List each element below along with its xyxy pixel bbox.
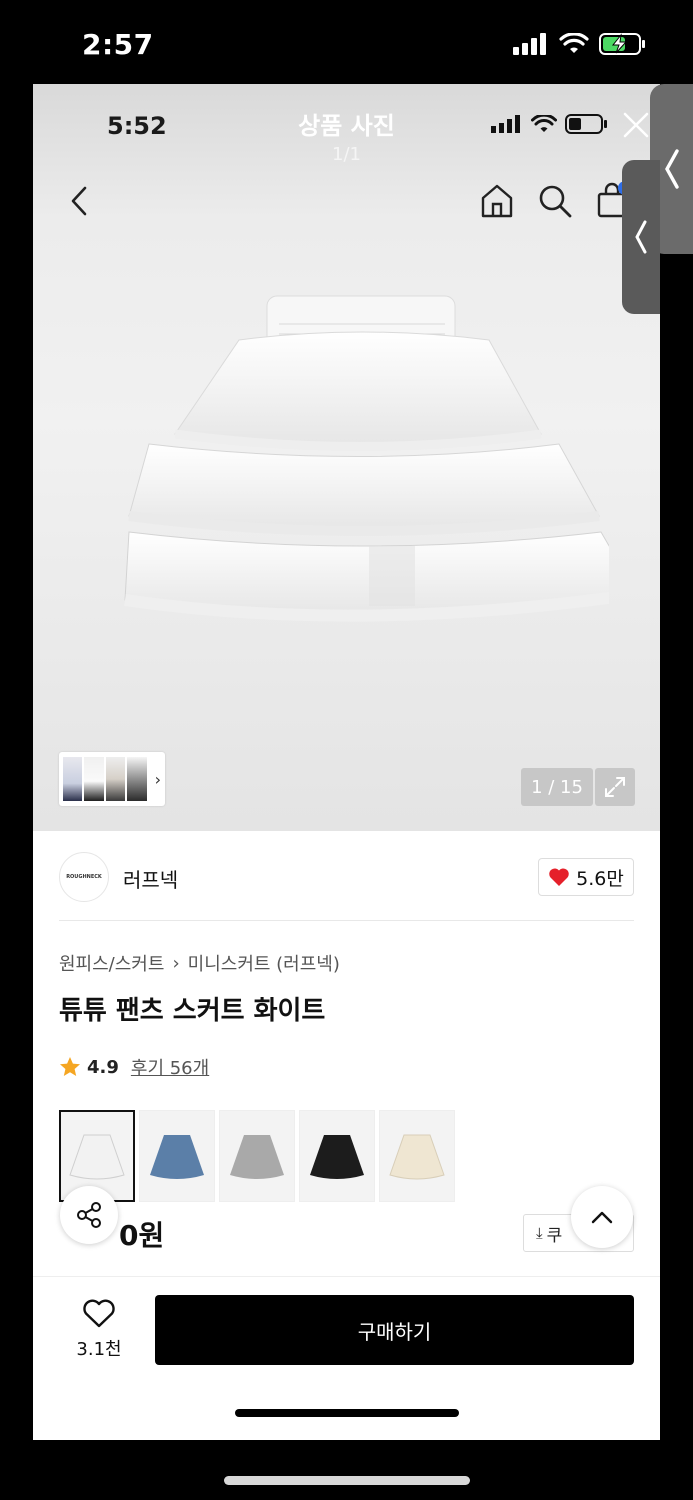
heart-outline-icon [83,1299,115,1328]
inner-side-panel-tab[interactable] [622,160,660,314]
breadcrumb-separator-icon: › [172,952,180,974]
outer-clock: 2:57 [82,28,154,61]
skirt-thumbnail [230,1135,284,1179]
inner-status-icons [491,114,609,134]
coupon-label: 쿠 [546,1225,563,1246]
scroll-top-button[interactable] [571,1186,633,1248]
thumbnail-4[interactable] [127,757,147,801]
download-icon: ⤓ [536,1224,543,1242]
chevron-left-icon [664,149,679,189]
rating-row: 4.9 후기 56개 [59,1054,209,1080]
chevron-left-icon[interactable] [67,184,91,218]
skirt-thumbnail [150,1135,204,1179]
color-option-cream[interactable] [379,1110,455,1202]
chevron-up-icon [591,1211,613,1224]
search-icon[interactable] [537,182,573,220]
image-counter: 1 / 15 [521,768,593,806]
buy-button[interactable]: 구매하기 [155,1295,634,1365]
inner-status-bar: 5:52 상품 사진 1/1 [33,84,660,165]
battery-icon [565,114,607,134]
brand-like-count: 5.6만 [576,867,624,890]
skirt-thumbnail [310,1135,364,1179]
share-button[interactable] [60,1186,118,1244]
outer-status-bar: 2:57 [0,0,693,84]
star-icon [60,1057,80,1076]
color-option-blue[interactable] [139,1110,215,1202]
thumbnail-2[interactable] [84,757,104,801]
chevron-left-icon [635,220,647,254]
breadcrumb-subcategory[interactable]: 미니스커트 (러프넥) [188,950,340,976]
app-screenshot: 5:52 상품 사진 1/1 › 1 / 15 ROUGHNECK 러프넥 5.… [33,84,660,1440]
home-icon[interactable] [479,182,515,220]
color-option-gray[interactable] [219,1110,295,1202]
skirt-thumbnail [389,1134,445,1180]
product-photo-viewer: 5:52 상품 사진 1/1 › 1 / 15 [33,84,660,831]
divider [59,920,634,921]
color-options [59,1110,455,1202]
bottom-action-bar: 3.1천 구매하기 [33,1276,660,1440]
expand-icon [605,777,625,797]
home-indicator [235,1409,459,1417]
product-nav-bar [33,182,660,226]
signal-icon [513,33,546,55]
viewer-page-count: 1/1 [332,144,361,165]
close-icon[interactable] [621,110,651,140]
thumbnail-3[interactable] [105,757,126,801]
wifi-icon [559,33,589,53]
rating-value: 4.9 [87,1056,119,1078]
product-title: 튜튜 팬츠 스커트 화이트 [59,996,326,1026]
seller-row[interactable]: ROUGHNECK 러프넥 5.6만 [59,850,634,906]
breadcrumb: 원피스/스커트 › 미니스커트 (러프넥) [59,950,340,976]
review-count-link[interactable]: 후기 56개 [131,1054,209,1080]
brand-like-button[interactable]: 5.6만 [538,858,634,896]
wifi-icon [531,115,557,132]
thumbnail-strip[interactable]: › [59,752,165,806]
battery-charging-icon [599,33,645,55]
share-icon [77,1202,101,1228]
seller-name[interactable]: 러프넥 [123,864,178,893]
wishlist-count: 3.1천 [76,1339,122,1360]
price-value: 0원 [119,1219,165,1252]
breadcrumb-category[interactable]: 원피스/스커트 [59,950,164,976]
seller-logo-text: ROUGHNECK [66,874,102,880]
seller-logo[interactable]: ROUGHNECK [59,852,109,902]
skirt-thumbnail [69,1134,125,1180]
outer-status-icons [513,32,647,56]
chevron-right-icon[interactable]: › [155,770,161,789]
color-option-black[interactable] [299,1110,375,1202]
heart-filled-icon [549,868,569,886]
signal-icon [491,115,520,133]
expand-button[interactable] [595,768,635,806]
product-image-skirt[interactable] [89,284,609,644]
outer-home-indicator [224,1476,470,1485]
wishlist-button[interactable]: 3.1천 [67,1299,131,1361]
thumbnail-1[interactable] [63,757,83,801]
